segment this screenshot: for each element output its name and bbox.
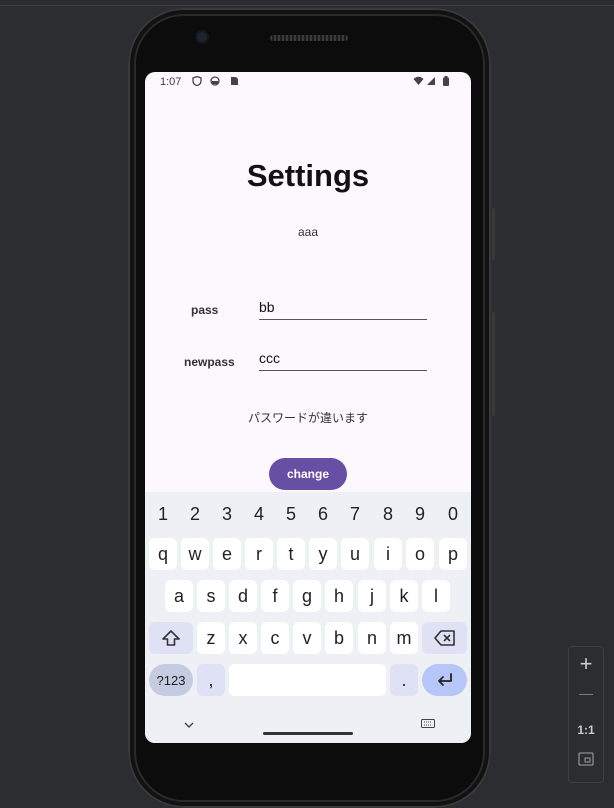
enter-key[interactable] bbox=[422, 664, 467, 696]
key-0[interactable]: 0 bbox=[439, 504, 467, 525]
key-q[interactable]: q bbox=[149, 538, 177, 570]
newpass-label: newpass bbox=[184, 355, 235, 369]
key-n[interactable]: n bbox=[358, 622, 386, 654]
notification-icon bbox=[210, 76, 220, 86]
key-i[interactable]: i bbox=[374, 538, 402, 570]
app-screen: 1:07 Settings aaa pass bb newpass ccc パス… bbox=[145, 72, 471, 743]
key-h[interactable]: h bbox=[325, 580, 353, 612]
key-a[interactable]: a bbox=[165, 580, 193, 612]
key-4[interactable]: 4 bbox=[245, 504, 273, 525]
key-2[interactable]: 2 bbox=[181, 504, 209, 525]
shift-key[interactable] bbox=[149, 622, 193, 654]
change-button[interactable]: change bbox=[269, 458, 347, 490]
pass-field[interactable]: bb bbox=[259, 297, 427, 320]
key-s[interactable]: s bbox=[197, 580, 225, 612]
status-time: 1:07 bbox=[160, 76, 182, 88]
battery-icon bbox=[441, 76, 451, 86]
subtitle-text: aaa bbox=[297, 225, 319, 239]
emulator-zoom-controls: + — 1:1 bbox=[568, 646, 604, 783]
key-r[interactable]: r bbox=[245, 538, 273, 570]
page-title: Settings bbox=[246, 158, 370, 193]
key-w[interactable]: w bbox=[181, 538, 209, 570]
sd-card-icon bbox=[229, 76, 239, 86]
front-camera bbox=[197, 32, 207, 42]
pass-field-value: bb bbox=[259, 299, 275, 315]
key-5[interactable]: 5 bbox=[277, 504, 305, 525]
key-f[interactable]: f bbox=[261, 580, 289, 612]
key-u[interactable]: u bbox=[341, 538, 369, 570]
enter-icon bbox=[437, 673, 452, 686]
key-m[interactable]: m bbox=[390, 622, 418, 654]
key-z[interactable]: z bbox=[197, 622, 225, 654]
actual-size-button[interactable]: 1:1 bbox=[569, 723, 603, 737]
error-message: パスワードが違います bbox=[247, 411, 368, 425]
key-p[interactable]: p bbox=[439, 538, 467, 570]
key-d[interactable]: d bbox=[229, 580, 257, 612]
soft-keyboard: 1 2 3 4 5 6 7 8 9 0 q w e r t y u i o p … bbox=[145, 492, 471, 743]
backspace-key[interactable] bbox=[422, 622, 467, 654]
fit-screen-icon[interactable] bbox=[569, 752, 603, 771]
key-9[interactable]: 9 bbox=[406, 504, 434, 525]
key-e[interactable]: e bbox=[213, 538, 241, 570]
key-t[interactable]: t bbox=[277, 538, 305, 570]
key-1[interactable]: 1 bbox=[149, 504, 177, 525]
signal-icon bbox=[426, 76, 436, 86]
key-j[interactable]: j bbox=[358, 580, 386, 612]
navigation-bar bbox=[145, 712, 471, 743]
key-3[interactable]: 3 bbox=[213, 504, 241, 525]
key-o[interactable]: o bbox=[406, 538, 434, 570]
zoom-out-button[interactable]: — bbox=[569, 685, 603, 701]
key-v[interactable]: v bbox=[293, 622, 321, 654]
key-6[interactable]: 6 bbox=[309, 504, 337, 525]
symbols-key[interactable]: ?123 bbox=[149, 664, 193, 696]
keyboard-switch-icon[interactable] bbox=[421, 715, 435, 733]
hide-keyboard-chevron-icon[interactable] bbox=[183, 716, 195, 734]
key-b[interactable]: b bbox=[325, 622, 353, 654]
key-7[interactable]: 7 bbox=[341, 504, 369, 525]
period-key[interactable]: . bbox=[390, 664, 418, 696]
earpiece-speaker bbox=[270, 35, 348, 41]
key-x[interactable]: x bbox=[229, 622, 257, 654]
status-bar: 1:07 bbox=[145, 72, 471, 94]
comma-key[interactable]: , bbox=[197, 664, 225, 696]
newpass-field-value: ccc bbox=[259, 350, 280, 366]
backspace-icon bbox=[433, 630, 455, 646]
key-y[interactable]: y bbox=[309, 538, 337, 570]
zoom-in-button[interactable]: + bbox=[569, 651, 603, 677]
home-gesture-bar[interactable] bbox=[263, 732, 353, 735]
volume-button bbox=[492, 312, 495, 416]
window-top-edge bbox=[0, 5, 614, 6]
key-l[interactable]: l bbox=[422, 580, 450, 612]
key-c[interactable]: c bbox=[261, 622, 289, 654]
key-8[interactable]: 8 bbox=[374, 504, 402, 525]
pass-label: pass bbox=[191, 303, 219, 317]
key-k[interactable]: k bbox=[390, 580, 418, 612]
shift-icon bbox=[162, 630, 180, 646]
key-g[interactable]: g bbox=[293, 580, 321, 612]
shield-icon bbox=[192, 75, 202, 87]
wifi-icon bbox=[413, 76, 424, 86]
number-row: 1 2 3 4 5 6 7 8 9 0 bbox=[145, 504, 471, 526]
space-key[interactable] bbox=[229, 664, 386, 696]
newpass-field[interactable]: ccc bbox=[259, 348, 427, 371]
power-button bbox=[492, 208, 495, 260]
